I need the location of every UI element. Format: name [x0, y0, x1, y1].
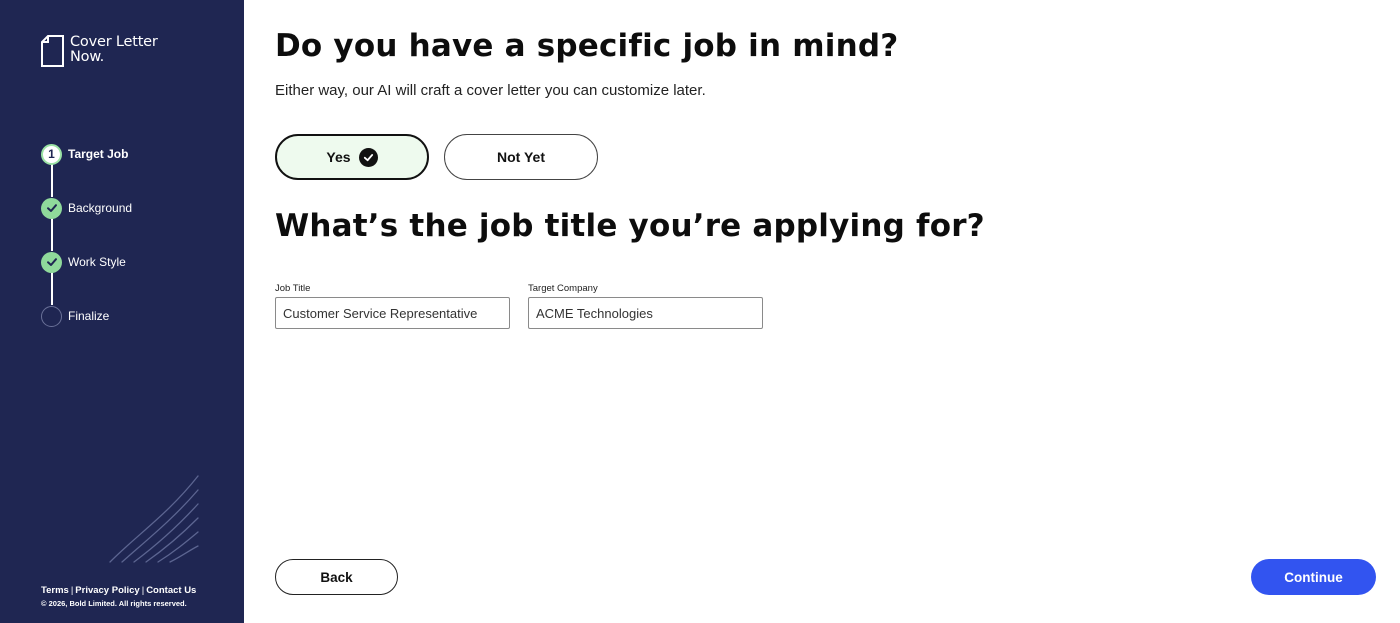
job-title-label: Job Title: [275, 283, 311, 294]
yes-option-label: Yes: [326, 149, 351, 165]
sidebar: Cover Letter Now. 1 Target Job Backgroun…: [0, 0, 244, 623]
question-subtitle: Either way, our AI will craft a cover le…: [275, 82, 706, 99]
diagonal-lines-icon: [109, 475, 199, 563]
question-title: Do you have a specific job in mind?: [275, 28, 899, 64]
check-circle-icon: [358, 147, 378, 167]
step-label: Work Style: [68, 255, 126, 269]
step-number-badge: 1: [41, 143, 62, 165]
app-window: Cover Letter Now. 1 Target Job Backgroun…: [0, 0, 1400, 623]
step-label: Target Job: [68, 147, 129, 161]
brand-name-line2: Now.: [70, 49, 105, 65]
check-icon: [41, 197, 62, 219]
link-separator: |: [70, 585, 74, 596]
job-title-question: What’s the job title you’re applying for…: [275, 208, 985, 244]
contact-us-link[interactable]: Contact Us: [146, 585, 196, 596]
step-connector: [51, 218, 53, 251]
step-label: Finalize: [68, 309, 110, 323]
step-empty-circle: [41, 305, 62, 327]
target-company-input[interactable]: [528, 297, 763, 329]
brand-logo[interactable]: Cover Letter Now.: [41, 35, 158, 67]
step-connector: [51, 164, 53, 197]
check-icon: [41, 251, 62, 273]
link-separator: |: [141, 585, 145, 596]
step-connector: [51, 272, 53, 305]
brand-name: Cover Letter Now.: [70, 35, 158, 65]
step-work-style[interactable]: Work Style: [41, 251, 126, 273]
not-yet-option-button[interactable]: Not Yet: [444, 134, 598, 180]
main-content: Do you have a specific job in mind? Eith…: [244, 0, 1400, 623]
step-background[interactable]: Background: [41, 197, 132, 219]
brand-name-line1: Cover Letter: [70, 34, 158, 50]
target-company-label: Target Company: [528, 283, 598, 294]
back-button[interactable]: Back: [275, 559, 398, 595]
copyright-text: © 2026, Bold Limited. All rights reserve…: [41, 599, 187, 608]
document-icon: [41, 35, 64, 67]
terms-link[interactable]: Terms: [41, 585, 69, 596]
job-title-input[interactable]: [275, 297, 510, 329]
privacy-policy-link[interactable]: Privacy Policy: [75, 585, 139, 596]
continue-button[interactable]: Continue: [1251, 559, 1376, 595]
footer-links: Terms | Privacy Policy | Contact Us: [41, 585, 196, 596]
step-target-job[interactable]: 1 Target Job: [41, 143, 128, 165]
not-yet-option-label: Not Yet: [497, 149, 545, 165]
step-label: Background: [68, 201, 133, 215]
yes-option-button[interactable]: Yes: [275, 134, 429, 180]
step-finalize[interactable]: Finalize: [41, 305, 109, 327]
